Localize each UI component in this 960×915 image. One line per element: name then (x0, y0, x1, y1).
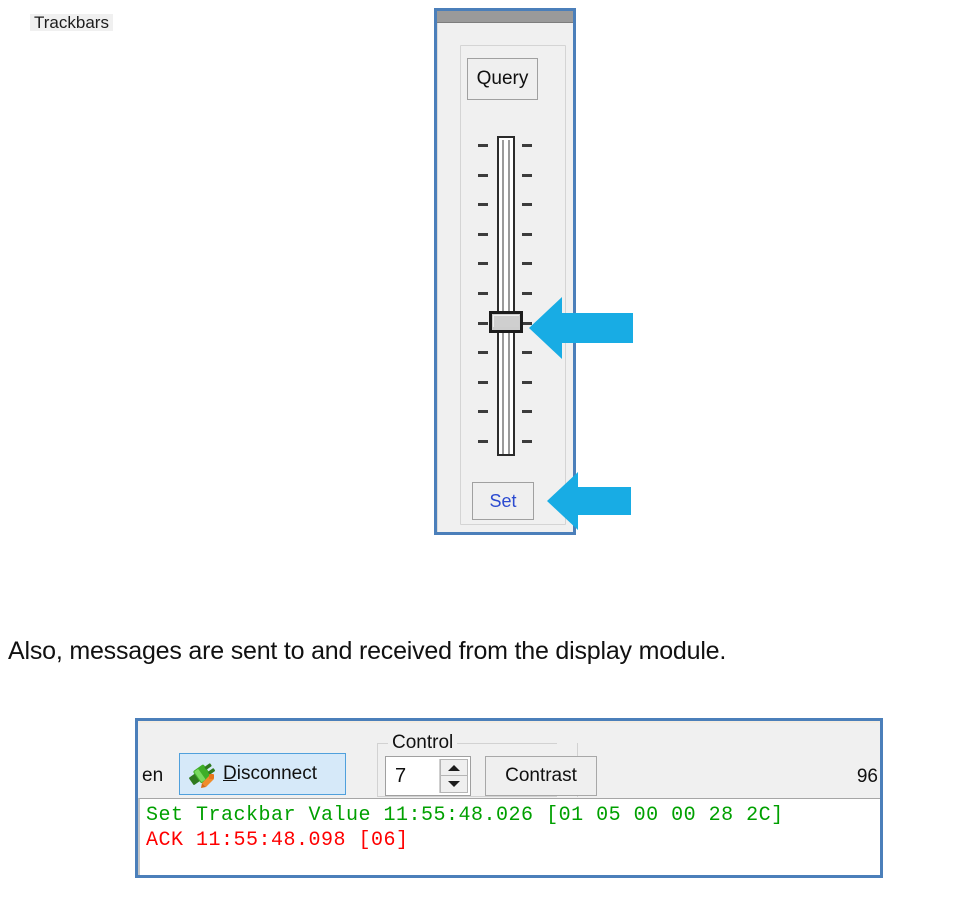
slider-tick (478, 410, 488, 414)
terminal-panel: en Disconnect Control 7 Contrast 96 Set … (135, 718, 883, 878)
contrast-value-input[interactable]: 7 (386, 757, 439, 795)
status-number-label: 96 (856, 766, 878, 787)
slider-tick (522, 440, 532, 443)
log-line: ACK 11:55:48.098 [06] (146, 829, 409, 852)
trackbar-slider[interactable] (476, 136, 534, 456)
slider-tick (478, 351, 488, 355)
control-groupbox-label: Control (388, 733, 458, 753)
stepper-buttons[interactable] (439, 759, 468, 793)
slider-thumb[interactable] (489, 310, 523, 333)
slider-tick (478, 232, 488, 236)
contrast-button[interactable]: Contrast (485, 756, 597, 796)
arrow-head-icon (529, 297, 562, 359)
plug-disconnect-icon (189, 763, 216, 788)
trackbars-groupbox-label: Trackbars (30, 14, 113, 31)
slider-tick (522, 292, 532, 295)
chevron-up-icon (448, 764, 460, 771)
annotation-arrow-slider (529, 297, 633, 359)
slider-tick (522, 203, 532, 207)
window-title-bar[interactable] (437, 11, 573, 23)
arrow-shaft (561, 313, 633, 343)
slider-tick (478, 440, 488, 443)
slider-tick (478, 203, 488, 207)
slider-track-groove (502, 140, 510, 454)
query-button[interactable]: Query (467, 58, 538, 100)
disconnect-button[interactable]: Disconnect (179, 753, 346, 795)
slider-tick (478, 173, 488, 177)
slider-tick (522, 173, 532, 177)
slider-tick (478, 380, 488, 384)
slider-tick (522, 380, 532, 384)
stepper-down-button[interactable] (440, 776, 468, 793)
message-log[interactable]: Set Trackbar Value 11:55:48.026 [01 05 0… (138, 798, 880, 875)
arrow-head-icon (547, 472, 578, 530)
chevron-down-icon (448, 781, 460, 787)
disconnect-button-label: Disconnect (223, 763, 318, 784)
open-button-partial-label[interactable]: en (142, 765, 163, 787)
arrow-shaft (577, 487, 631, 515)
contrast-value-stepper[interactable]: 7 (385, 756, 471, 796)
body-paragraph: Also, messages are sent to and received … (8, 637, 727, 665)
slider-thumb-face (493, 314, 519, 327)
slider-tick (478, 292, 488, 295)
slider-tick (478, 262, 488, 266)
slider-tick (522, 410, 532, 414)
slider-tick (478, 144, 488, 147)
slider-tick (522, 144, 532, 147)
slider-tick (522, 232, 532, 236)
slider-tick (478, 321, 488, 325)
set-button[interactable]: Set (472, 482, 534, 520)
annotation-arrow-set (547, 472, 631, 530)
slider-track[interactable] (497, 136, 515, 456)
log-line: Set Trackbar Value 11:55:48.026 [01 05 0… (146, 804, 784, 827)
stepper-up-button[interactable] (440, 759, 468, 776)
toolbar: en Disconnect Control 7 Contrast 96 (138, 721, 880, 797)
slider-tick (522, 262, 532, 266)
